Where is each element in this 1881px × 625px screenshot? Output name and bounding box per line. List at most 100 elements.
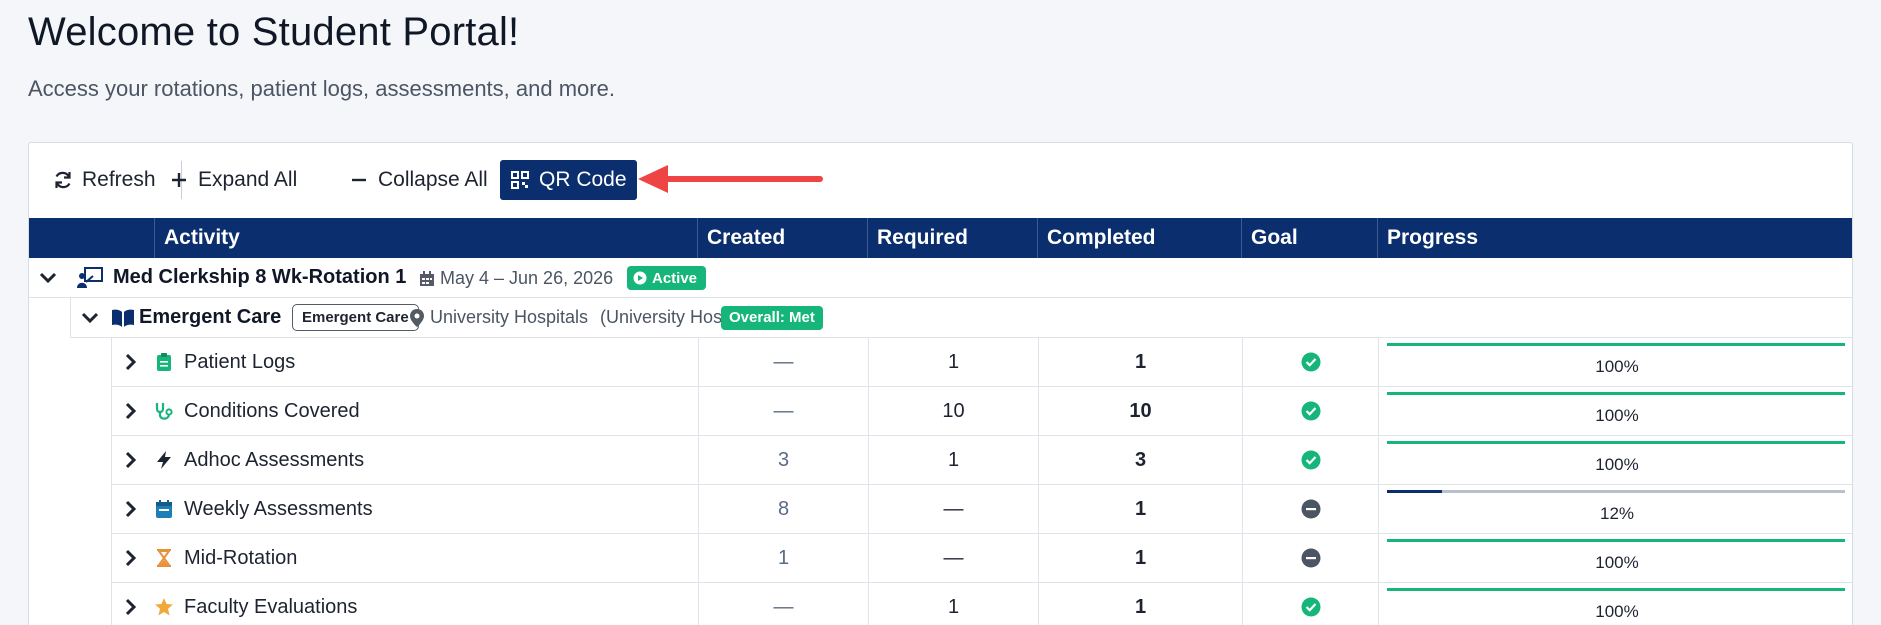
table-header: Activity Created Required Completed Goal… [29,218,1852,258]
goal-status [1242,436,1378,484]
progress-bar [1387,343,1845,346]
progress-fill [1387,441,1845,444]
bolt-icon [154,450,174,470]
progress-bar [1387,392,1845,395]
completed-count: 3 [1038,436,1242,484]
chevron-right-icon[interactable] [123,402,139,420]
column-activity[interactable]: Activity [154,218,697,258]
activity-name[interactable]: Mid-Rotation [154,534,297,582]
completed-count: 1 [1038,338,1242,386]
activity-name[interactable]: Conditions Covered [154,387,360,435]
star-icon [154,597,174,617]
overall-met-badge: Overall: Met [721,306,823,330]
rotation-title: Med Clerkship 8 Wk-Rotation 1 [113,266,407,288]
chevron-down-icon[interactable] [81,309,99,327]
required-count: 1 [868,436,1038,484]
progress-fill [1387,490,1442,493]
table-row[interactable]: Faculty Evaluations — 1 1 100% [111,583,1852,625]
clipboard-icon [154,352,174,372]
clerkship-row[interactable]: Emergent Care Emergent Care University H… [70,298,1852,338]
goal-status [1242,534,1378,582]
location: University Hospitals (University Hospita… [410,307,770,328]
progress-cell: 12% [1378,485,1855,533]
required-count: 1 [868,338,1038,386]
column-required[interactable]: Required [867,218,1037,258]
page-title: Welcome to Student Portal! [28,10,520,54]
activity-name-text: Patient Logs [184,350,296,373]
chevron-right-icon[interactable] [123,500,139,518]
progress-label: 12% [1599,504,1635,523]
progress-label: 100% [1595,357,1639,376]
created-count: — [698,583,868,625]
activity-name-text: Weekly Assessments [184,497,373,520]
created-count: 3 [698,436,868,484]
chevron-down-icon[interactable] [39,269,57,287]
stethoscope-icon [154,401,174,421]
check-circle-icon [1301,352,1320,372]
red-arrow-annotation [638,165,823,193]
table-row[interactable]: Weekly Assessments 8 — 1 12% [111,485,1852,534]
toolbar: Refresh Expand All Collapse All QR Code [29,143,1852,217]
created-count: 1 [698,534,868,582]
chevron-right-icon[interactable] [123,549,139,567]
progress-cell: 100% [1378,583,1855,625]
table-row[interactable]: Mid-Rotation 1 — 1 100% [111,534,1852,583]
progress-bar [1387,441,1845,444]
table-row[interactable]: Patient Logs — 1 1 100% [111,338,1852,387]
minus-circle-icon [1301,548,1320,568]
activity-name-text: Adhoc Assessments [184,448,365,471]
activity-name-text: Mid-Rotation [184,546,298,569]
progress-label: 100% [1595,553,1639,572]
check-circle-icon [1301,401,1320,421]
chevron-right-icon[interactable] [123,598,139,616]
qr-code-button[interactable]: QR Code [500,160,637,200]
rotation-dates-text: May 4 – Jun 26, 2026 [440,268,614,288]
required-count: 1 [868,583,1038,625]
rotations-card: Refresh Expand All Collapse All QR Code … [28,142,1853,625]
table-row[interactable]: Conditions Covered — 10 10 100% [111,387,1852,436]
goal-status [1242,583,1378,625]
completed-count: 1 [1038,583,1242,625]
column-completed[interactable]: Completed [1037,218,1241,258]
chevron-right-icon[interactable] [123,451,139,469]
activity-name-text: Faculty Evaluations [184,595,358,618]
activity-name[interactable]: Weekly Assessments [154,485,373,533]
activity-name-text: Conditions Covered [184,399,360,422]
activity-name[interactable]: Patient Logs [154,338,295,386]
rotation-dates: May 4 – Jun 26, 2026 [419,268,613,289]
progress-fill [1387,588,1845,591]
check-circle-icon [1301,450,1320,470]
completed-count: 10 [1038,387,1242,435]
chevron-right-icon[interactable] [123,353,139,371]
table-row[interactable]: Adhoc Assessments 3 1 3 100% [111,436,1852,485]
completed-count: 1 [1038,485,1242,533]
required-count: — [868,534,1038,582]
page-subtitle: Access your rotations, patient logs, ass… [28,76,615,101]
plus-icon [172,173,186,187]
column-created[interactable]: Created [697,218,867,258]
collapse-all-button[interactable]: Collapse All [339,160,498,200]
goal-status [1242,485,1378,533]
status-badge: Active [627,266,707,290]
expand-all-button[interactable]: Expand All [159,160,307,200]
goal-status [1242,338,1378,386]
hourglass-icon [154,548,174,568]
refresh-button[interactable]: Refresh [43,160,166,200]
activity-name[interactable]: Adhoc Assessments [154,436,364,484]
collapse-all-label: Collapse All [378,168,488,191]
rotation-row[interactable]: Med Clerkship 8 Wk-Rotation 1 May 4 – Ju… [29,258,1852,298]
progress-label: 100% [1595,455,1639,474]
required-count: — [868,485,1038,533]
column-progress[interactable]: Progress [1377,218,1854,258]
progress-fill [1387,392,1845,395]
progress-label: 100% [1595,406,1639,425]
progress-bar [1387,490,1845,493]
created-count: — [698,387,868,435]
column-goal[interactable]: Goal [1241,218,1377,258]
progress-bar [1387,588,1845,591]
activity-name[interactable]: Faculty Evaluations [154,583,357,625]
play-circle-icon [633,271,647,285]
progress-cell: 100% [1378,387,1855,435]
created-count: 8 [698,485,868,533]
minus-icon [352,178,366,182]
